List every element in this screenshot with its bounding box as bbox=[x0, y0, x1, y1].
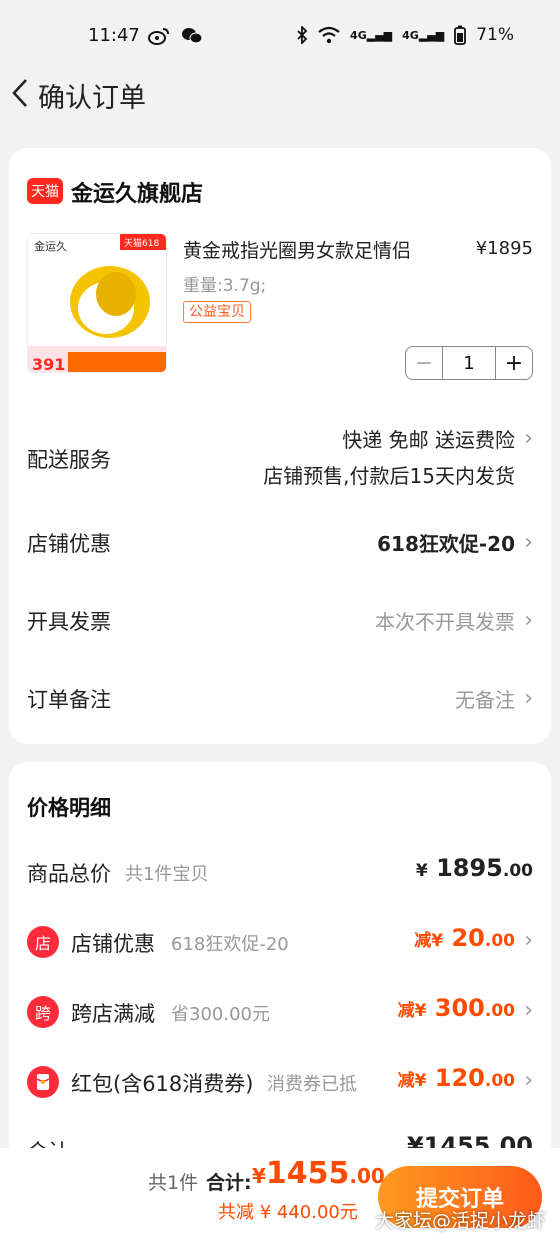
notification-icons bbox=[148, 25, 203, 45]
charity-tag: 公益宝贝 bbox=[183, 301, 251, 323]
status-right: 4G▂▄▆ 4G▂▄▆ 71% bbox=[296, 25, 514, 45]
delivery-service-row[interactable]: 配送服务 快递 免邮 送运费险 店铺预售,付款后15天内发货 › bbox=[27, 424, 533, 500]
gold-ring-image: 金运久 天猫618 391 bbox=[28, 234, 166, 373]
red-packet-icon bbox=[27, 1066, 59, 1098]
goods-total-row: 商品总价 共1件宝贝 ¥ 1895.00 bbox=[27, 852, 533, 892]
delivery-line1: 快递 免邮 送运费险 bbox=[342, 428, 515, 452]
product-price: ¥1895 bbox=[475, 238, 533, 259]
increment-button[interactable]: + bbox=[496, 347, 532, 379]
chevron-right-icon: › bbox=[524, 608, 533, 633]
red-packet-amount: 减¥ 120.00 bbox=[397, 1064, 515, 1092]
goods-total-sub: 共1件宝贝 bbox=[125, 864, 209, 885]
battery-icon bbox=[454, 25, 467, 45]
image-badge: 天猫618 bbox=[124, 237, 159, 249]
status-time: 11:47 bbox=[88, 25, 140, 46]
weibo-icon bbox=[148, 27, 169, 45]
product-weight: 重量:3.7g; bbox=[183, 276, 267, 296]
wifi-icon bbox=[318, 26, 340, 44]
store-discount-value: 618狂欢促-20 bbox=[377, 532, 515, 556]
order-note-value: 无备注 bbox=[455, 688, 515, 712]
store-discount-label: 店铺优惠 bbox=[27, 532, 111, 556]
wechat-icon bbox=[182, 27, 203, 43]
total-label: 合计: bbox=[206, 1172, 252, 1194]
battery-level: 71% bbox=[476, 25, 514, 45]
invoice-value: 本次不开具发票 bbox=[375, 610, 515, 634]
image-brand: 金运久 bbox=[34, 239, 67, 253]
status-bar: 11:47 4G▂▄▆ 4G▂▄▆ 71% bbox=[0, 0, 560, 70]
red-packet-sub: 消费券已抵 bbox=[267, 1074, 357, 1095]
image-price: 391 bbox=[32, 355, 65, 373]
cross-store-icon: 跨 bbox=[27, 996, 59, 1028]
price-detail-title: 价格明细 bbox=[27, 796, 111, 820]
delivery-line2: 店铺预售,付款后15天内发货 bbox=[263, 464, 515, 488]
chevron-right-icon: › bbox=[524, 1068, 533, 1093]
quantity-value[interactable]: 1 bbox=[442, 347, 496, 379]
cross-store-amount: 减¥ 300.00 bbox=[397, 994, 515, 1022]
invoice-row[interactable]: 开具发票 本次不开具发票 › bbox=[27, 600, 533, 640]
shop-name[interactable]: 金运久旗舰店 bbox=[71, 176, 203, 208]
red-packet-label: 红包(含618消费券) bbox=[71, 1072, 254, 1096]
bluetooth-icon bbox=[297, 26, 308, 44]
signal-2: 4G▂▄▆ bbox=[402, 28, 445, 42]
watermark: 大家坛@活捉小龙虾 bbox=[374, 1210, 546, 1232]
goods-total-label: 商品总价 bbox=[27, 862, 111, 886]
order-note-row[interactable]: 订单备注 无备注 › bbox=[27, 678, 533, 718]
red-packet-row[interactable]: 红包(含618消费券) 消费券已抵 减¥ 120.00 › bbox=[27, 1062, 533, 1102]
product-title[interactable]: 黄金戒指光圈男女款足情侣 bbox=[183, 236, 411, 263]
signal-1: 4G▂▄▆ bbox=[350, 28, 393, 42]
store-icon: 店 bbox=[27, 926, 59, 958]
chevron-right-icon: › bbox=[524, 686, 533, 711]
chevron-right-icon: › bbox=[524, 530, 533, 555]
item-count: 共1件 bbox=[148, 1172, 199, 1194]
tmall-badge: 天猫 bbox=[27, 178, 63, 204]
store-discount-detail-sub: 618狂欢促-20 bbox=[171, 934, 289, 955]
decrement-button[interactable]: − bbox=[406, 347, 442, 379]
product-image[interactable]: 金运久 天猫618 391 bbox=[27, 233, 167, 373]
price-detail-card: 价格明细 商品总价 共1件宝贝 ¥ 1895.00 店 店铺优惠 618狂欢促-… bbox=[9, 762, 551, 1182]
order-note-label: 订单备注 bbox=[27, 688, 111, 712]
chevron-right-icon: › bbox=[524, 998, 533, 1023]
goods-total-value: ¥ 1895.00 bbox=[415, 854, 533, 882]
back-arrow-icon[interactable] bbox=[8, 76, 32, 110]
total-discount: 共减 ¥ 440.00元 bbox=[218, 1202, 358, 1223]
store-discount-row[interactable]: 店铺优惠 618狂欢促-20 › bbox=[27, 522, 533, 562]
cross-store-sub: 省300.00元 bbox=[171, 1004, 270, 1025]
delivery-label: 配送服务 bbox=[27, 448, 111, 472]
invoice-label: 开具发票 bbox=[27, 610, 111, 634]
cross-store-label: 跨店满减 bbox=[71, 1002, 155, 1026]
store-discount-amount: 减¥ 20.00 bbox=[414, 924, 515, 952]
page-title: 确认订单 bbox=[38, 83, 146, 114]
total-amount: ¥1455.00 bbox=[252, 1156, 385, 1191]
chevron-right-icon: › bbox=[524, 426, 533, 451]
page-header: 确认订单 bbox=[0, 70, 560, 130]
cross-store-discount-row[interactable]: 跨 跨店满减 省300.00元 减¥ 300.00 › bbox=[27, 992, 533, 1032]
order-card: 天猫 金运久旗舰店 金运久 天猫618 391 黄金戒指光圈男女款足情侣 ¥18… bbox=[9, 148, 551, 744]
store-discount-detail-row[interactable]: 店 店铺优惠 618狂欢促-20 减¥ 20.00 › bbox=[27, 922, 533, 962]
quantity-stepper: − 1 + bbox=[405, 346, 533, 380]
chevron-right-icon: › bbox=[524, 928, 533, 953]
store-discount-detail-label: 店铺优惠 bbox=[71, 932, 155, 956]
